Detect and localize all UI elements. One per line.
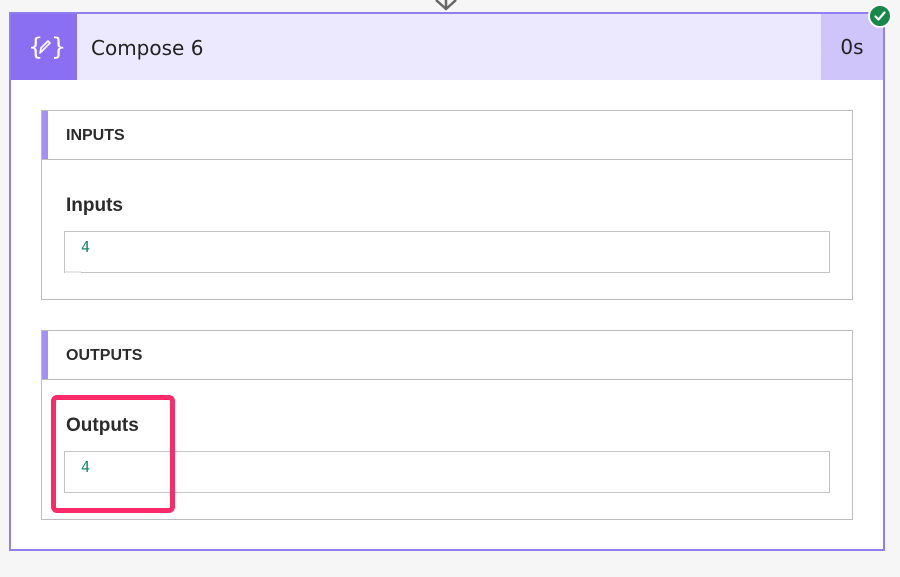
outputs-value: 4 bbox=[81, 458, 91, 476]
outputs-field-label: Outputs bbox=[66, 415, 139, 436]
compose-action-card: { } Compose 6 0s INPUTS Inputs 4 OUTPUTS… bbox=[9, 12, 885, 551]
inputs-section-header: INPUTS bbox=[42, 111, 852, 160]
action-header[interactable]: { } Compose 6 0s bbox=[11, 14, 883, 80]
section-accent-bar bbox=[42, 111, 48, 159]
inputs-heading: INPUTS bbox=[66, 127, 125, 144]
inputs-value: 4 bbox=[81, 238, 91, 256]
flow-connector-arrow-icon bbox=[435, 0, 457, 11]
outputs-section: OUTPUTS Outputs 4 bbox=[41, 330, 853, 520]
outputs-value-box[interactable]: 4 bbox=[64, 451, 830, 493]
action-title: Compose 6 bbox=[91, 36, 204, 60]
compose-braces-icon: { } bbox=[11, 14, 77, 80]
success-check-icon bbox=[868, 4, 892, 28]
outputs-heading: OUTPUTS bbox=[66, 347, 143, 364]
section-accent-bar bbox=[42, 331, 48, 379]
inputs-value-box[interactable]: 4 bbox=[64, 231, 830, 273]
inputs-field-label: Inputs bbox=[66, 195, 123, 216]
inputs-section: INPUTS Inputs 4 bbox=[41, 110, 853, 300]
svg-text:}: } bbox=[51, 33, 64, 61]
outputs-section-header: OUTPUTS bbox=[42, 331, 852, 380]
scroll-indicator bbox=[65, 271, 81, 273]
